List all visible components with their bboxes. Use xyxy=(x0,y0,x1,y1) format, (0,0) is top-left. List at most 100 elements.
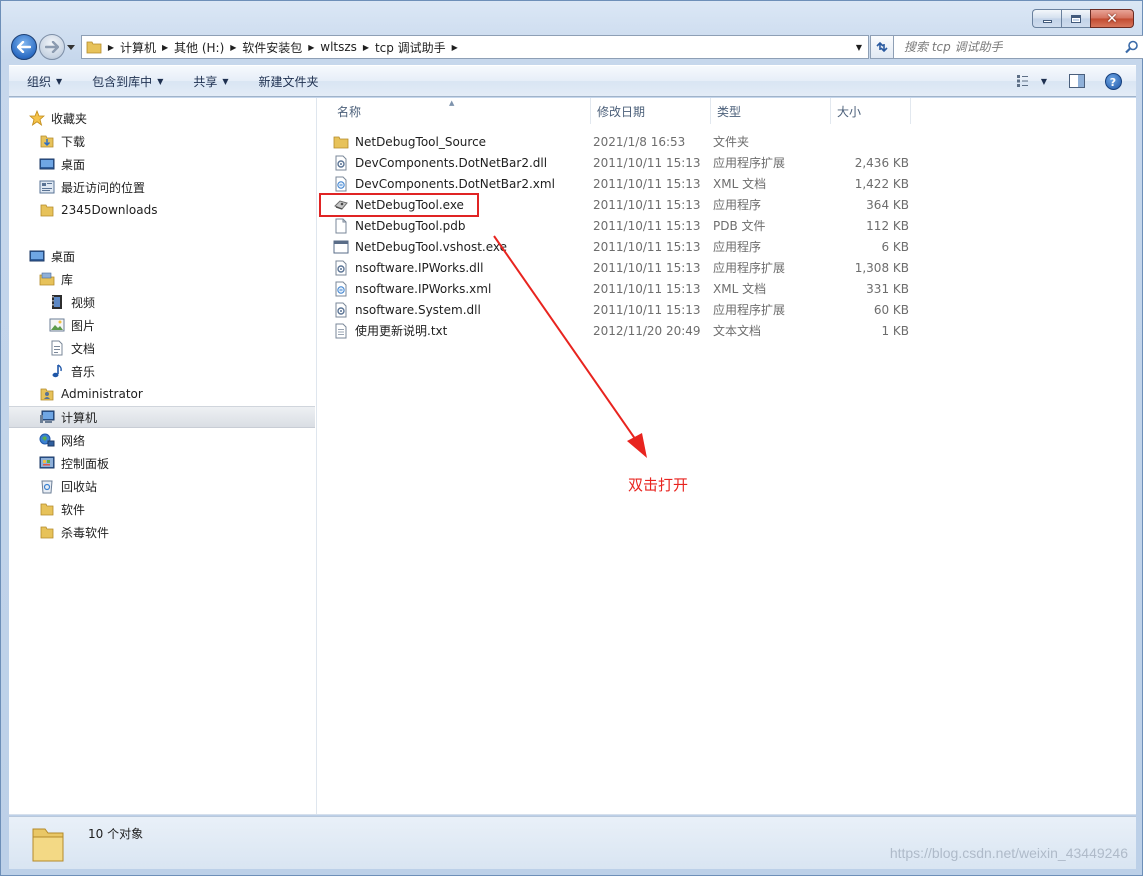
file-size: 1,308 KB xyxy=(854,260,909,275)
sidebar-item-computer[interactable]: 计算机 xyxy=(9,406,315,428)
change-view-button[interactable]: ▼ xyxy=(1010,70,1054,92)
file-date: 2011/10/11 15:13 xyxy=(593,176,701,191)
file-row[interactable]: nsoftware.System.dll 2011/10/11 15:13 应用… xyxy=(333,299,909,320)
address-history-dropdown[interactable]: ▼ xyxy=(850,36,868,58)
breadcrumb-arrow-icon[interactable]: ▶ xyxy=(302,43,320,52)
sidebar-item-antivirus[interactable]: 杀毒软件 xyxy=(9,521,315,543)
sidebar-item-label: 2345Downloads xyxy=(61,203,158,217)
sidebar-item-favorites[interactable]: 收藏夹 xyxy=(9,107,315,129)
file-row[interactable]: nsoftware.IPWorks.dll 2011/10/11 15:13 应… xyxy=(333,257,909,278)
arrow-left-icon xyxy=(17,41,31,53)
sidebar-item-pictures[interactable]: 图片 xyxy=(9,314,315,336)
close-icon: ✕ xyxy=(1106,10,1118,27)
file-row[interactable]: NetDebugTool.pdb 2011/10/11 15:13 PDB 文件… xyxy=(333,215,909,236)
column-header-type[interactable]: 类型 xyxy=(711,98,831,124)
search-input[interactable] xyxy=(902,39,1122,55)
share-menu[interactable]: 共享 ▼ xyxy=(175,66,240,96)
file-name-cell: nsoftware.System.dll xyxy=(333,302,593,318)
folder-icon xyxy=(333,136,349,148)
breadcrumb-root-arrow-icon[interactable]: ▶ xyxy=(102,43,120,52)
refresh-icon xyxy=(876,41,888,53)
folder-icon xyxy=(40,503,54,516)
new-folder-button[interactable]: 新建文件夹 xyxy=(241,66,331,96)
organize-menu[interactable]: 组织 ▼ xyxy=(9,66,74,96)
maximize-button[interactable] xyxy=(1061,9,1090,28)
sidebar-item-desktop[interactable]: 桌面 xyxy=(9,245,315,267)
breadcrumb-item-drive[interactable]: 其他 (H:) xyxy=(174,39,224,56)
sidebar-item-recycle-bin[interactable]: 回收站 xyxy=(9,475,315,497)
navigation-pane: 收藏夹 下载 桌面 最近访问的位置 2345Downloads 桌面 库 视频 … xyxy=(9,98,317,814)
organize-label: 组织 xyxy=(27,74,52,89)
file-row[interactable]: NetDebugTool_Source 2021/1/8 16:53 文件夹 xyxy=(333,131,909,152)
sidebar-item-music[interactable]: 音乐 xyxy=(9,360,315,382)
preview-pane-icon xyxy=(1069,74,1085,88)
help-button[interactable]: ? xyxy=(1100,70,1126,92)
file-type: XML 文档 xyxy=(713,177,767,191)
window-exe-icon xyxy=(333,240,349,253)
sidebar-item-label: 视频 xyxy=(71,295,96,310)
file-row[interactable]: DevComponents.DotNetBar2.dll 2011/10/11 … xyxy=(333,152,909,173)
file-date: 2011/10/11 15:13 xyxy=(593,218,701,233)
file-row[interactable]: 使用更新说明.txt 2012/11/20 20:49 文本文档 1 KB xyxy=(333,320,909,341)
sidebar-item-videos[interactable]: 视频 xyxy=(9,291,315,313)
breadcrumb-arrow-icon[interactable]: ▶ xyxy=(357,43,375,52)
file-size: 1,422 KB xyxy=(854,176,909,191)
file-row[interactable]: NetDebugTool.vshost.exe 2011/10/11 15:13… xyxy=(333,236,909,257)
sidebar-item-administrator[interactable]: Administrator xyxy=(9,383,315,405)
breadcrumb-item-wltszs[interactable]: wltszs xyxy=(320,40,357,54)
sidebar-item-desktop-fav[interactable]: 桌面 xyxy=(9,153,315,175)
file-size: 331 KB xyxy=(866,281,909,296)
desktop-icon xyxy=(29,250,45,262)
sidebar-item-software[interactable]: 软件 xyxy=(9,498,315,520)
back-button[interactable] xyxy=(11,34,37,60)
file-name: nsoftware.IPWorks.xml xyxy=(355,281,492,296)
sidebar-item-label: Administrator xyxy=(61,387,143,401)
file-size: 60 KB xyxy=(873,302,909,317)
recycle-bin-icon xyxy=(41,480,53,494)
include-in-library-menu[interactable]: 包含到库中 ▼ xyxy=(74,66,175,96)
chevron-down-icon[interactable]: ▼ xyxy=(1041,77,1047,86)
sidebar-item-network[interactable]: 网络 xyxy=(9,429,315,451)
refresh-button[interactable] xyxy=(870,35,894,59)
breadcrumb-item-installers[interactable]: 软件安装包 xyxy=(242,39,302,56)
column-header-name[interactable]: ▲ 名称 xyxy=(319,98,591,124)
recent-pages-dropdown[interactable] xyxy=(67,43,75,51)
file-type: 文件夹 xyxy=(713,135,750,149)
file-name-cell: 使用更新说明.txt xyxy=(333,322,593,339)
column-header-date[interactable]: 修改日期 xyxy=(591,98,711,124)
sidebar-item-library[interactable]: 库 xyxy=(9,268,315,290)
file-date: 2011/10/11 15:13 xyxy=(593,260,701,275)
sidebar-item-recent-places[interactable]: 最近访问的位置 xyxy=(9,176,315,198)
breadcrumb-item-current[interactable]: tcp 调试助手 xyxy=(375,39,446,56)
computer-icon xyxy=(40,410,55,423)
sidebar-item-label: 桌面 xyxy=(51,249,76,264)
file-row[interactable]: NetDebugTool.exe 2011/10/11 15:13 应用程序 3… xyxy=(333,194,909,215)
forward-button[interactable] xyxy=(39,34,65,60)
file-name: DevComponents.DotNetBar2.xml xyxy=(355,176,555,191)
file-date: 2021/1/8 16:53 xyxy=(593,134,686,149)
file-row[interactable]: DevComponents.DotNetBar2.xml 2011/10/11 … xyxy=(333,173,909,194)
sidebar-item-downloads[interactable]: 下载 xyxy=(9,130,315,152)
breadcrumb-arrow-icon[interactable]: ▶ xyxy=(156,43,174,52)
explorer-window: ✕ ▶ 计算机 ▶ 其他 (H:) ▶ 软件安装包 ▶ wltszs ▶ tcp… xyxy=(0,0,1143,876)
sidebar-item-control-panel[interactable]: 控制面板 xyxy=(9,452,315,474)
close-button[interactable]: ✕ xyxy=(1090,9,1134,28)
recent-places-icon xyxy=(39,180,55,194)
column-header-size[interactable]: 大小 xyxy=(831,98,911,124)
file-row[interactable]: nsoftware.IPWorks.xml 2011/10/11 15:13 X… xyxy=(333,278,909,299)
address-bar[interactable]: ▶ 计算机 ▶ 其他 (H:) ▶ 软件安装包 ▶ wltszs ▶ tcp 调… xyxy=(81,35,869,59)
search-icon[interactable] xyxy=(1125,40,1139,54)
file-size: 1 KB xyxy=(881,323,909,338)
caption-buttons: ✕ xyxy=(1032,9,1134,28)
file-size: 2,436 KB xyxy=(854,155,909,170)
sidebar-item-2345downloads[interactable]: 2345Downloads xyxy=(9,199,315,221)
breadcrumb-item-computer[interactable]: 计算机 xyxy=(120,39,156,56)
minimize-button[interactable] xyxy=(1032,9,1061,28)
breadcrumb-arrow-icon[interactable]: ▶ xyxy=(446,43,464,52)
file-date: 2011/10/11 15:13 xyxy=(593,155,701,170)
search-box[interactable] xyxy=(893,35,1143,59)
user-folder-icon xyxy=(40,388,54,401)
sidebar-item-documents[interactable]: 文档 xyxy=(9,337,315,359)
breadcrumb-arrow-icon[interactable]: ▶ xyxy=(224,43,242,52)
preview-pane-button[interactable] xyxy=(1064,70,1090,92)
